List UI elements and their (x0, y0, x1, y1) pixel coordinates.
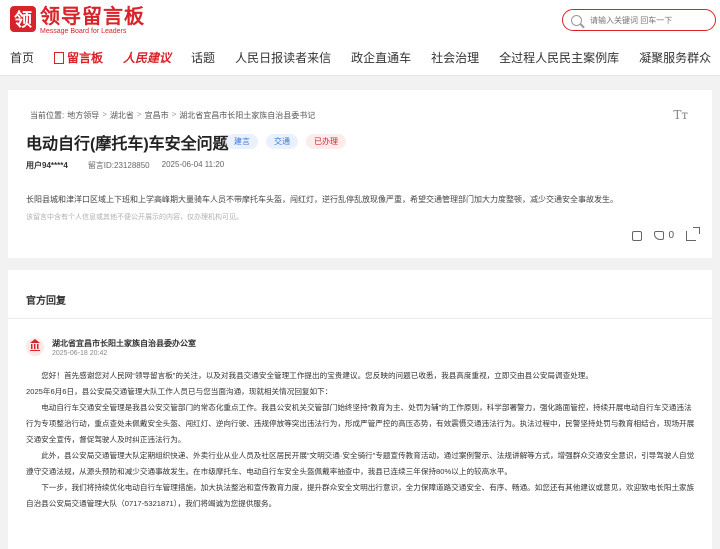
nav-democracy-cases[interactable]: 全过程人民民主案例库 (489, 46, 629, 70)
breadcrumb-link[interactable]: 湖北省宜昌市长阳土家族自治县委书记 (179, 110, 315, 121)
breadcrumb-sep: > (136, 110, 142, 119)
org-avatar (26, 338, 44, 356)
comment-button[interactable]: 0 (654, 230, 674, 241)
board-icon (54, 52, 65, 64)
reply-paragraph: 2025年6月6日，县公安局交通管理大队工作人员已与您当面沟通，现就相关情况回复… (26, 387, 333, 396)
nav-serve-people[interactable]: 凝聚服务群众 (629, 46, 720, 70)
comment-icon (654, 231, 665, 240)
breadcrumb-link[interactable]: 湖北省 (110, 110, 134, 121)
author-name: 用户94****4 (26, 161, 68, 170)
main-nav: 首页 留言板 人民建议 话题 人民日报读者来信 政企直通车 社会治理 全过程人民… (0, 46, 720, 70)
breadcrumb-link[interactable]: 地方领导 (67, 110, 99, 121)
tag-domain: 交通 (266, 134, 298, 149)
privacy-disclaimer: 该留言中含有个人信息或其他不便公开展示的内容，仅办理机构可见。 (26, 214, 243, 221)
search-icon[interactable] (571, 14, 582, 26)
nav-message-board-label: 留言板 (67, 51, 104, 65)
nav-home[interactable]: 首页 (0, 46, 44, 70)
breadcrumb-label: 当前位置: (30, 111, 65, 120)
search-box[interactable] (562, 9, 716, 31)
question-meta: 用户94****4 留言ID:23128850 2025-06-04 11:20 (26, 160, 236, 171)
nav-social-governance[interactable]: 社会治理 (421, 46, 489, 70)
share-button[interactable] (686, 226, 700, 241)
reply-paragraph: 下一步，我们将持续优化电动自行车管理措施，加大执法整治和宣传教育力度，提升群众安… (26, 483, 695, 508)
thumbs-up-icon (632, 230, 643, 241)
reply-body: 您好！首先感谢您对人民网“领导留言板”的关注，以及对我县交通安全管理工作提出的宝… (26, 368, 698, 512)
divider (8, 318, 712, 319)
government-building-icon (30, 339, 40, 351)
tag-type: 建言 (226, 134, 258, 149)
official-reply-card: 官方回复 湖北省宜昌市长阳土家族自治县委办公室 2025-06-18 20:42… (8, 270, 712, 549)
nav-reader-letters[interactable]: 人民日报读者来信 (225, 46, 341, 70)
logo-text: 领导留言板 Message Board for Leaders (40, 6, 145, 36)
site-logo[interactable]: 领 领导留言板 Message Board for Leaders (10, 6, 145, 36)
question-tags: 建言 交通 已办理 (226, 134, 354, 149)
like-button[interactable] (632, 230, 643, 241)
font-size-icon[interactable]: Tт (673, 108, 688, 122)
breadcrumb-sep: > (171, 110, 177, 119)
logo-mark-icon: 领 (10, 6, 36, 32)
nav-people-suggestion[interactable]: 人民建议 (113, 46, 181, 70)
nav-message-board[interactable]: 留言板 (44, 46, 113, 70)
logo-title: 领导留言板 (40, 6, 145, 28)
reply-time: 2025-06-18 20:42 (52, 350, 108, 357)
reply-paragraph: 此外，县公安局交通管理大队定期组织快递、外卖行业从业人员及社区居民开展“文明交通… (26, 451, 695, 476)
breadcrumb: 当前位置: 地方领导 > 湖北省 > 宜昌市 > 湖北省宜昌市长阳土家族自治县委… (30, 110, 318, 121)
logo-subtitle: Message Board for Leaders (40, 28, 127, 35)
question-actions: 0 (620, 226, 700, 241)
post-time: 2025-06-04 11:20 (161, 160, 225, 169)
site-header: 领 领导留言板 Message Board for Leaders 首页 留言板… (0, 0, 720, 76)
share-icon (686, 226, 700, 241)
question-title: 电动自行(摩托车)车安全问题 (26, 136, 229, 153)
nav-topics[interactable]: 话题 (181, 46, 225, 70)
reply-paragraph: 您好！首先感谢您对人民网“领导留言板”的关注，以及对我县交通安全管理工作提出的宝… (41, 371, 593, 380)
status-badge: 已办理 (306, 134, 346, 149)
message-id: 留言ID:23128850 (87, 161, 150, 170)
breadcrumb-sep: > (102, 110, 107, 119)
question-card: 当前位置: 地方领导 > 湖北省 > 宜昌市 > 湖北省宜昌市长阳土家族自治县委… (8, 90, 712, 258)
section-title: 官方回复 (26, 296, 66, 307)
question-body: 长阳县城和津洋口区域上下班和上学高峰期大量骑车人员不带摩托车头盔，闯红灯，逆行乱… (26, 195, 618, 204)
reply-org-name: 湖北省宜昌市长阳土家族自治县委办公室 (52, 339, 196, 348)
search-input[interactable] (590, 15, 710, 25)
like-count: 0 (668, 230, 674, 241)
reply-paragraph: 电动自行车交通安全管理是我县公安交管部门的常态化重点工作。我县公安机关交管部门始… (26, 403, 695, 444)
nav-gov-enterprise[interactable]: 政企直通车 (341, 46, 421, 70)
breadcrumb-link[interactable]: 宜昌市 (145, 110, 169, 121)
